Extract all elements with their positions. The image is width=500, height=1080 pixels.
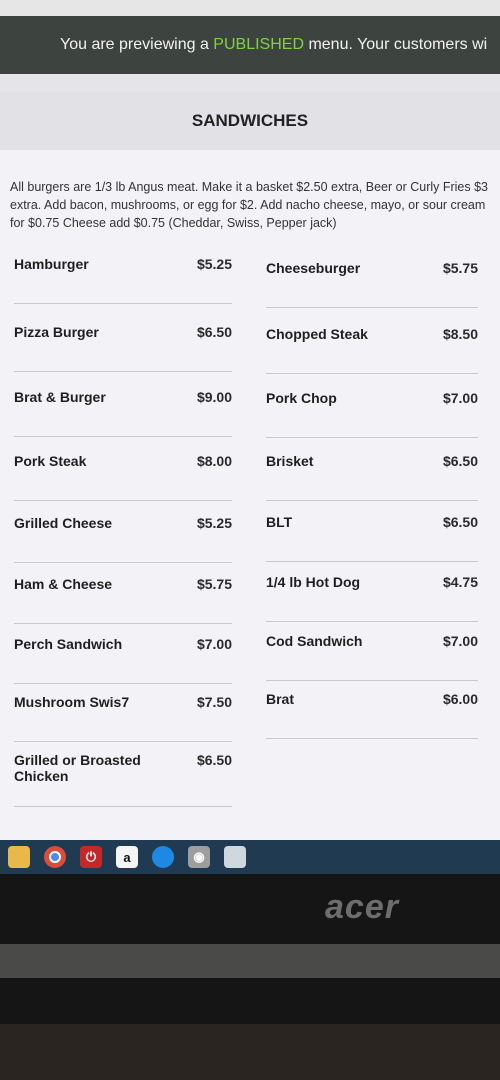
menu-item[interactable]: Grilled Cheese $5.25	[14, 507, 232, 563]
menu-item-price: $4.75	[442, 574, 478, 590]
menu-item-name: Pork Chop	[266, 390, 337, 406]
banner-suffix: menu. Your customers wi	[304, 36, 488, 53]
menu-item-name: Chopped Steak	[266, 326, 368, 342]
monitor-bezel: acer	[0, 874, 500, 1080]
menu-item-price: $5.25	[196, 515, 232, 531]
menu-item-name: Cheeseburger	[266, 260, 361, 276]
menu-item[interactable]: Grilled or Broasted Chicken $6.50	[14, 744, 232, 807]
menu-item[interactable]: Perch Sandwich $7.00	[14, 628, 232, 684]
monitor-top-edge	[0, 0, 500, 16]
windows-taskbar: ⏻ a ◉	[0, 840, 500, 874]
menu-item[interactable]: Ham & Cheese $5.75	[14, 568, 232, 624]
section-description: All burgers are 1/3 lb Angus meat. Make …	[10, 180, 489, 230]
edge-icon[interactable]	[152, 846, 174, 868]
menu-item-price: $6.50	[442, 514, 478, 530]
menu-item[interactable]: Pizza Burger $6.50	[14, 316, 232, 372]
menu-item[interactable]: Cheeseburger $5.75	[266, 252, 478, 308]
menu-item-price: $5.25	[196, 256, 232, 272]
menu-item-name: Grilled or Broasted Chicken	[14, 752, 141, 784]
menu-item[interactable]: Brat $6.00	[266, 683, 478, 739]
menu-item-price: $7.50	[196, 694, 232, 710]
menu-items-grid: Hamburger $5.25 Cheeseburger $5.75 Pizza…	[0, 248, 500, 828]
menu-item-price: $8.50	[442, 326, 478, 342]
menu-item-name: BLT	[266, 514, 293, 530]
menu-item-name: Pizza Burger	[14, 324, 99, 340]
menu-item-price: $6.00	[442, 691, 478, 707]
menu-item-name: Pork Steak	[14, 453, 87, 469]
monitor-brand-logo: acer	[325, 888, 399, 926]
menu-item-price: $7.00	[442, 633, 478, 649]
desk-surface	[0, 1024, 500, 1080]
menu-item-name: Brat	[266, 691, 295, 707]
menu-item-price: $6.50	[196, 324, 232, 340]
menu-item[interactable]: Mushroom Swis7 $7.50	[14, 686, 232, 742]
chrome-icon[interactable]	[44, 846, 66, 868]
menu-item-name: 1/4 lb Hot Dog	[266, 574, 361, 590]
menu-item-price: $6.50	[196, 752, 232, 768]
power-app-icon[interactable]: ⏻	[80, 846, 102, 868]
banner-published-label: PUBLISHED	[213, 36, 304, 53]
menu-item-price: $9.00	[196, 389, 232, 405]
section-spacer	[0, 74, 500, 92]
amazon-icon[interactable]: a	[116, 846, 138, 868]
menu-item[interactable]: Brat & Burger $9.00	[14, 381, 232, 437]
monitor-stand	[0, 944, 500, 978]
menu-item-name: Hamburger	[14, 256, 89, 272]
menu-item-name: Perch Sandwich	[14, 636, 123, 652]
cloud-app-icon[interactable]	[224, 846, 246, 868]
menu-item[interactable]: Hamburger $5.25	[14, 248, 232, 304]
menu-item-name: Grilled Cheese	[14, 515, 113, 531]
file-explorer-icon[interactable]	[8, 846, 30, 868]
menu-item-price: $5.75	[196, 576, 232, 592]
banner-prefix: You are previewing a	[60, 36, 214, 53]
menu-item-price: $6.50	[442, 453, 478, 469]
menu-item[interactable]: Cod Sandwich $7.00	[266, 625, 478, 681]
menu-item[interactable]: 1/4 lb Hot Dog $4.75	[266, 566, 478, 622]
menu-item-price: $7.00	[442, 390, 478, 406]
menu-item-price: $5.75	[442, 260, 478, 276]
menu-item[interactable]: Pork Chop $7.00	[266, 382, 478, 438]
menu-item-name: Mushroom Swis7	[14, 694, 130, 710]
menu-item-name: Ham & Cheese	[14, 576, 113, 592]
preview-banner: You are previewing a PUBLISHED menu. You…	[0, 16, 500, 74]
menu-item-name: Cod Sandwich	[266, 633, 363, 649]
menu-item[interactable]: BLT $6.50	[266, 506, 478, 562]
menu-item-price: $7.00	[196, 636, 232, 652]
menu-item[interactable]: Chopped Steak $8.50	[266, 318, 478, 374]
section-title: SANDWICHES	[0, 92, 500, 150]
menu-item[interactable]: Brisket $6.50	[266, 445, 478, 501]
menu-item-name: Brisket	[266, 453, 314, 469]
camera-icon[interactable]: ◉	[188, 846, 210, 868]
menu-item[interactable]: Pork Steak $8.00	[14, 445, 232, 501]
menu-item-name: Brat & Burger	[14, 389, 106, 405]
browser-screen: You are previewing a PUBLISHED menu. You…	[0, 16, 500, 840]
menu-item-price: $8.00	[196, 453, 232, 469]
